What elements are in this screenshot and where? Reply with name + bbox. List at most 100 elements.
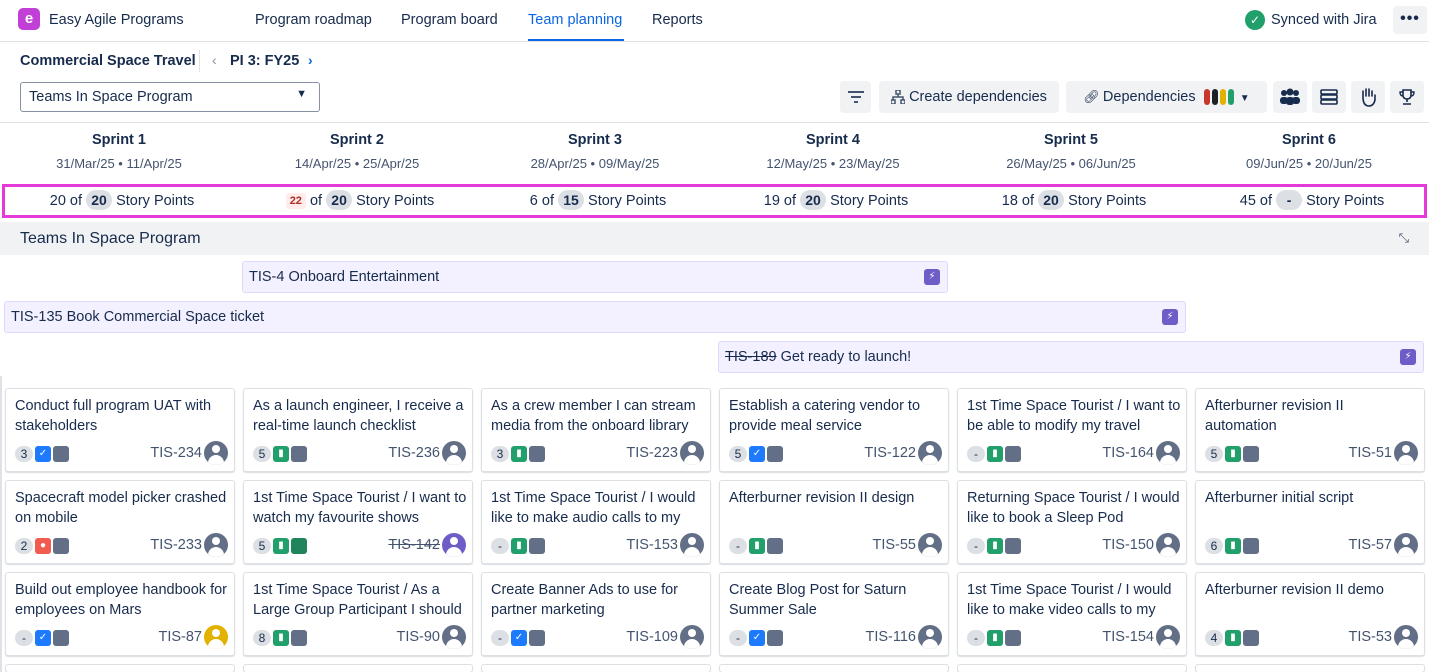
issue-card[interactable] [481,664,711,672]
issue-card[interactable]: Spacecraft model picker crashed on mobil… [5,480,235,564]
story-points-badge[interactable]: 3 [491,446,509,463]
issue-card[interactable]: Create Blog Post for Saturn Summer Sale -… [719,572,949,656]
chevron-left-icon[interactable]: ‹ [212,52,217,68]
assignee-avatar-icon[interactable] [204,441,228,465]
assignee-avatar-icon[interactable] [204,625,228,649]
assignee-avatar-icon[interactable] [918,533,942,557]
collapse-icon[interactable]: ⤡ [1399,230,1409,246]
issue-key[interactable]: TIS-223 [626,445,678,461]
issue-card[interactable]: Create Banner Ads to use for partner mar… [481,572,711,656]
assignee-avatar-icon[interactable] [1394,441,1418,465]
app-title[interactable]: Easy Agile Programs [49,12,184,28]
story-points-badge[interactable]: 5 [1205,446,1223,463]
capacity-total[interactable]: - [1276,190,1303,210]
feature-bar[interactable]: TIS-4 Onboard Entertainment ⚡︎ [242,261,948,293]
app-logo-icon[interactable]: e [18,8,40,30]
issue-key[interactable]: TIS-236 [388,445,440,461]
capacity-total[interactable]: 20 [1038,190,1065,210]
issue-card[interactable] [5,664,235,672]
issue-card[interactable] [957,664,1187,672]
story-points-badge[interactable]: - [729,538,747,555]
issue-key[interactable]: TIS-150 [1102,537,1154,553]
issue-card[interactable]: 1st Time Space Tourist / As a Large Grou… [243,572,473,656]
chevron-right-icon[interactable]: › [308,52,313,68]
story-points-badge[interactable]: 8 [253,630,271,647]
issue-key[interactable]: TIS-164 [1102,445,1154,461]
issue-card[interactable]: As a crew member I can stream media from… [481,388,711,472]
issue-card[interactable] [1195,664,1425,672]
issue-key[interactable]: TIS-142 [388,537,440,553]
breadcrumb-increment[interactable]: PI 3: FY25 [230,53,299,69]
story-points-badge[interactable]: - [491,538,509,555]
assignee-avatar-icon[interactable] [1156,441,1180,465]
issue-card[interactable] [243,664,473,672]
story-points-badge[interactable]: - [491,630,509,647]
issue-card[interactable]: Establish a catering vendor to provide m… [719,388,949,472]
capacity-total[interactable]: 15 [558,190,585,210]
capacity-total[interactable]: 20 [800,190,827,210]
assignee-avatar-icon[interactable] [680,533,704,557]
create-dependencies-button[interactable]: Create dependencies [879,81,1059,113]
capacity-total[interactable]: 20 [86,190,113,210]
issue-key[interactable]: TIS-116 [865,629,916,645]
issue-key[interactable]: TIS-234 [150,445,202,461]
assignee-avatar-icon[interactable] [1394,533,1418,557]
issue-card[interactable]: Conduct full program UAT with stakeholde… [5,388,235,472]
issue-card[interactable]: 1st Time Space Tourist / I want to be ab… [957,388,1187,472]
filter-button[interactable] [840,81,871,113]
issue-key[interactable]: TIS-122 [864,445,916,461]
assignee-avatar-icon[interactable] [204,533,228,557]
issue-card[interactable]: As a launch engineer, I receive a real-t… [243,388,473,472]
more-actions-button[interactable]: ••• [1393,6,1427,34]
issue-key[interactable]: TIS-57 [1348,537,1392,553]
story-points-badge[interactable]: 2 [15,538,33,555]
issue-card[interactable] [719,664,949,672]
assignee-avatar-icon[interactable] [442,625,466,649]
issue-card[interactable]: Afterburner initial script 6 ▮ TIS-57 [1195,480,1425,564]
issue-key[interactable]: TIS-55 [872,537,916,553]
list-view-button[interactable] [1312,81,1346,113]
hand-raise-button[interactable] [1351,81,1385,113]
capacity-total[interactable]: 20 [326,190,353,210]
feature-bar[interactable]: TIS-135 Book Commercial Space ticket ⚡︎ [4,301,1186,333]
story-points-badge[interactable]: 5 [253,538,271,555]
story-points-badge[interactable]: 3 [15,446,33,463]
story-points-badge[interactable]: 5 [253,446,271,463]
assignee-avatar-icon[interactable] [680,625,704,649]
issue-card[interactable]: Build out employee handbook for employee… [5,572,235,656]
feature-bar[interactable]: TIS-189 Get ready to launch! ⚡︎ [718,341,1424,373]
issue-card[interactable]: Afterburner revision II automation 5 ▮ TIS-… [1195,388,1425,472]
tab-reports[interactable]: Reports [652,12,703,28]
dependencies-dropdown[interactable]: 🔗︎ Dependencies ▼ [1066,81,1267,113]
issue-key[interactable]: TIS-90 [396,629,440,645]
issue-key[interactable]: TIS-87 [158,629,202,645]
story-points-badge[interactable]: 5 [729,446,747,463]
story-points-badge[interactable]: 4 [1205,630,1223,647]
issue-key[interactable]: TIS-109 [626,629,678,645]
issue-key[interactable]: TIS-153 [626,537,678,553]
issue-card[interactable]: 1st Time Space Tourist / I want to watch… [243,480,473,564]
story-points-badge[interactable]: - [967,446,985,463]
assignee-avatar-icon[interactable] [918,625,942,649]
tab-team-planning[interactable]: Team planning [528,12,622,28]
issue-key[interactable]: TIS-154 [1102,629,1154,645]
issue-card[interactable]: Returning Space Tourist / I would like t… [957,480,1187,564]
story-points-badge[interactable]: - [729,630,747,647]
assignee-avatar-icon[interactable] [1156,625,1180,649]
issue-card[interactable]: 1st Time Space Tourist / I would like to… [481,480,711,564]
team-group-header[interactable]: Teams In Space Program ⤡ [0,222,1429,255]
issue-card[interactable]: Afterburner revision II demo 4 ▮ TIS-53 [1195,572,1425,656]
issue-card[interactable]: Afterburner revision II design - ▮ TIS-55 [719,480,949,564]
breadcrumb-program[interactable]: Commercial Space Travel [20,53,196,69]
team-members-button[interactable] [1273,81,1307,113]
assignee-avatar-icon[interactable] [442,533,466,557]
assignee-avatar-icon[interactable] [442,441,466,465]
assignee-avatar-icon[interactable] [1156,533,1180,557]
tab-program-board[interactable]: Program board [401,12,498,28]
story-points-badge[interactable]: - [967,538,985,555]
issue-key[interactable]: TIS-233 [150,537,202,553]
tab-program-roadmap[interactable]: Program roadmap [255,12,372,28]
story-points-badge[interactable]: - [15,630,33,647]
objectives-button[interactable] [1390,81,1424,113]
issue-card[interactable]: 1st Time Space Tourist / I would like to… [957,572,1187,656]
